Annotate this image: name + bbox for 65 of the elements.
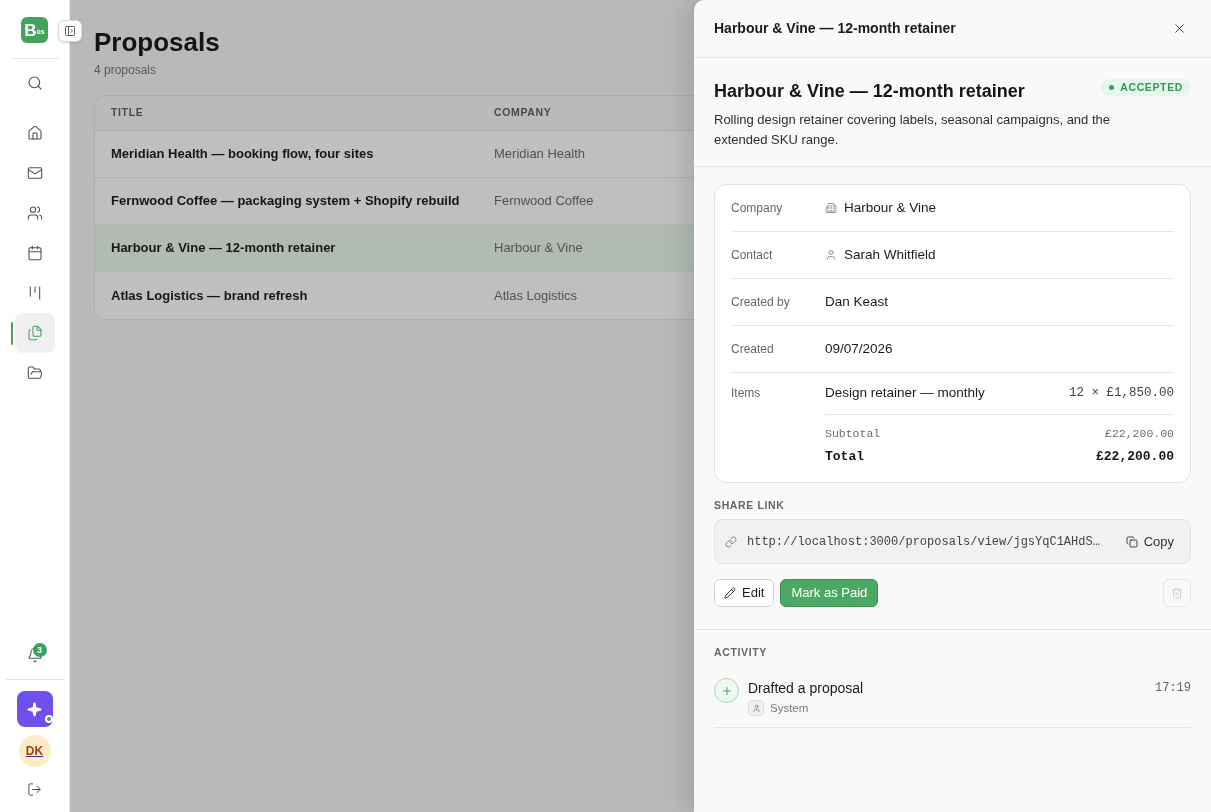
activity-time: 17:19 (1155, 680, 1191, 697)
total-value: £22,200.00 (1096, 448, 1174, 466)
people-icon (26, 205, 43, 221)
person-icon (748, 700, 764, 716)
column-header: TITLE (111, 105, 145, 121)
table-cell-text: Harbour & Vine (494, 239, 584, 258)
user-avatar[interactable]: DK (18, 735, 51, 767)
edit-button[interactable]: Edit (714, 579, 775, 607)
subtotal-label: Subtotal (825, 426, 881, 442)
assistant-button[interactable] (16, 691, 53, 727)
folder-icon (26, 365, 43, 381)
table-row[interactable]: Harbour & Vine — 12-month retainer Harbour & Vine (95, 225, 694, 272)
detail-value: Sarah Whitfield (844, 246, 936, 264)
item-quantity: 12 × £1,850.00 (1068, 385, 1174, 402)
total-label: Total (825, 448, 864, 466)
proposal-count: 4 proposals (94, 62, 158, 78)
table-cell-text: Atlas Logistics — brand refresh (111, 286, 309, 305)
detail-label: Created by (731, 294, 791, 311)
share-link-url[interactable]: http://localhost:3000/proposals/view/jgsYqC1AHdS… (747, 532, 1100, 551)
pencil-icon (724, 587, 736, 599)
table-cell-text: Atlas Logistics (494, 286, 579, 305)
proposal-title: Harbour & Vine — 12-month retainer (714, 80, 1025, 103)
detail-label: Items (731, 385, 762, 402)
documents-icon (26, 325, 43, 341)
copy-icon (1125, 535, 1138, 548)
sidebar-toggle-button[interactable] (58, 20, 82, 42)
active-indicator (10, 322, 13, 345)
status-text: ACCEPTED (1120, 79, 1183, 95)
table-cell-text: Meridian Health (494, 145, 587, 164)
search-icon (26, 75, 43, 91)
detail-value: Harbour & Vine (844, 199, 937, 217)
detail-label: Company (731, 200, 784, 217)
bell-icon (26, 647, 43, 663)
trash-icon (1171, 587, 1183, 599)
activity-label: ACTIVITY (714, 646, 768, 658)
proposal-description: Rolling design retainer covering labels, seasonal campaigns, and the extended SKU range. (714, 111, 1112, 149)
drawer-title: Harbour & Vine — 12-month retainer (714, 19, 956, 38)
detail-label: Created (731, 341, 775, 358)
link-icon (725, 535, 737, 548)
activity-text: Drafted a proposal (748, 679, 864, 698)
nav-button[interactable] (14, 313, 55, 353)
copy-button[interactable]: Copy (1119, 527, 1180, 556)
table-cell-text: Harbour & Vine — 12-month retainer (111, 239, 337, 258)
plus-icon (714, 678, 739, 703)
detail-value: Dan Keast (825, 293, 889, 311)
detail-value: 09/07/2026 (825, 340, 893, 358)
notification-count: 3 (32, 643, 47, 657)
detail-label: Contact (731, 247, 774, 264)
calendar-icon (26, 245, 43, 261)
subtotal-value: £22,200.00 (1105, 426, 1174, 442)
home-icon (26, 125, 43, 141)
share-link-label: SHARE LINK (714, 499, 786, 511)
table-cell-text: Fernwood Coffee — packaging system + Shopify rebuild (111, 192, 461, 211)
sparkle-icon (27, 701, 42, 717)
panel-toggle-icon (64, 25, 76, 37)
column-header: COMPANY (494, 105, 553, 121)
person-icon (825, 249, 837, 261)
logout-icon (27, 781, 42, 797)
item-name: Design retainer — monthly (825, 384, 985, 402)
page-title: Proposals (94, 26, 221, 58)
building-icon (825, 202, 837, 214)
table-cell-text: Fernwood Coffee (494, 192, 595, 211)
envelope-icon (26, 165, 43, 181)
activity-actor: System (770, 701, 809, 716)
table-cell-text: Meridian Health — booking flow, four sites (111, 145, 375, 164)
